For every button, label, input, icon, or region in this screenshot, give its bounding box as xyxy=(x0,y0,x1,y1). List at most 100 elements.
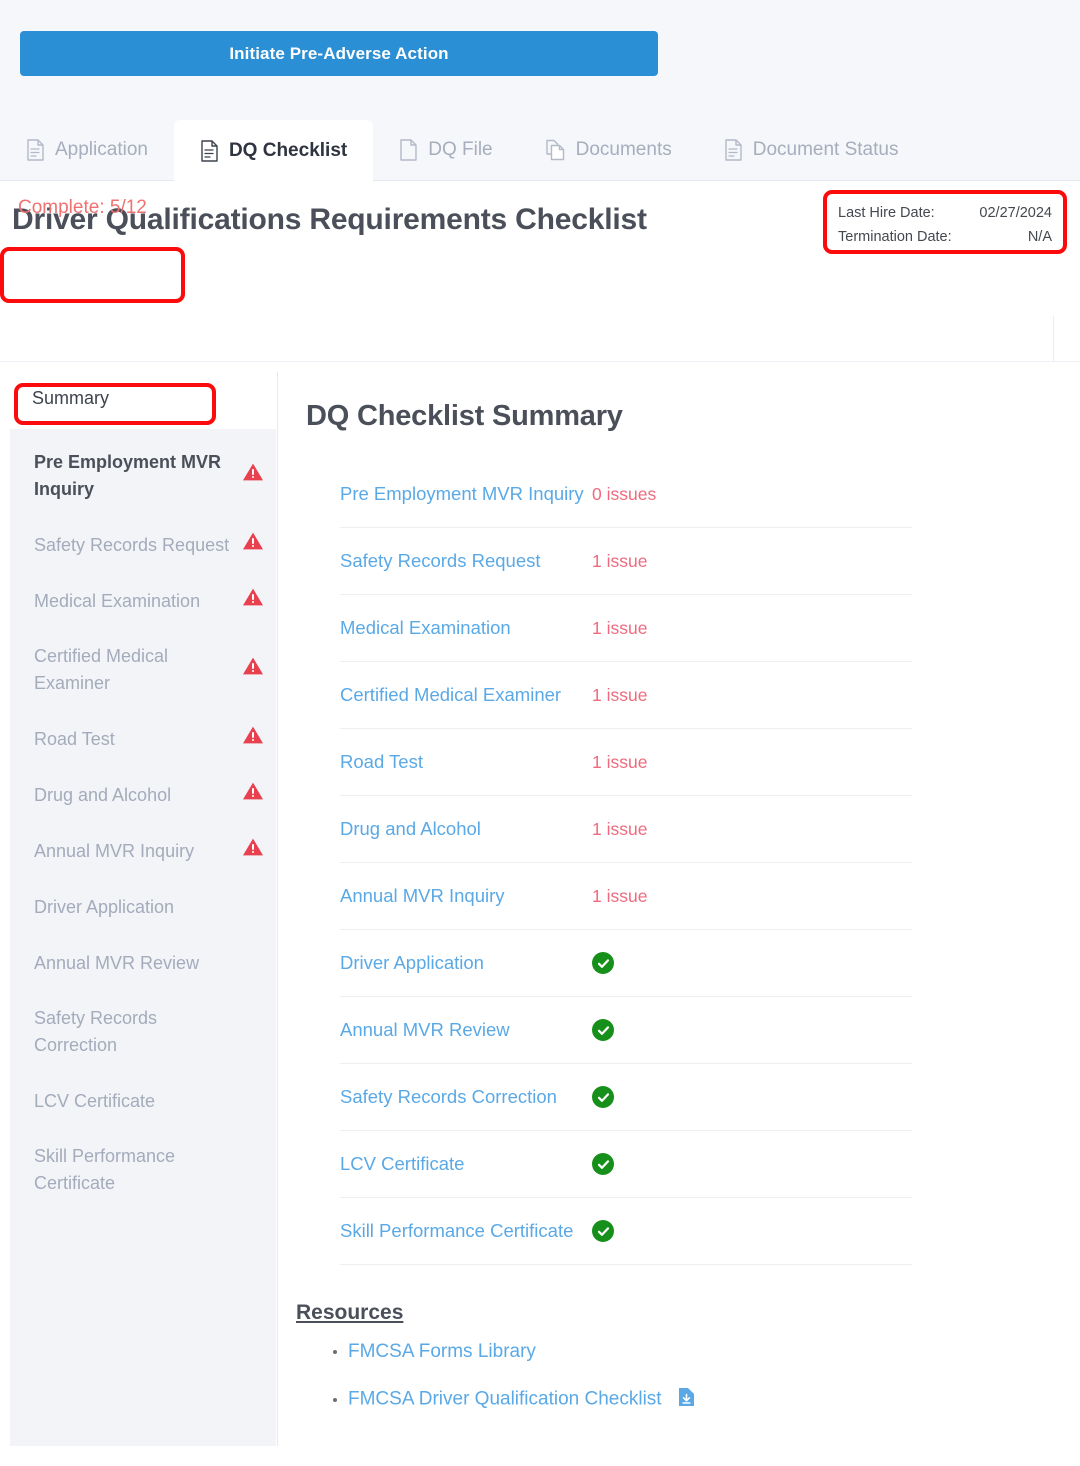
warning-icon xyxy=(242,462,264,490)
sidebar-item-medical-examination[interactable]: Medical Examination xyxy=(10,581,276,621)
tab-label: Document Status xyxy=(752,139,899,160)
warning-icon xyxy=(242,725,264,753)
complete-count: Complete: 5/12 xyxy=(18,197,147,218)
summary-row-link[interactable]: Safety Records Request xyxy=(340,550,592,572)
download-icon[interactable] xyxy=(678,1387,695,1412)
status-badge: 1 issue xyxy=(592,751,648,772)
sidebar-item-safety-records-correction[interactable]: Safety Records Correction xyxy=(10,999,276,1065)
check-circle-icon xyxy=(592,952,614,974)
sidebar-item-summary-label: Summary xyxy=(32,387,110,408)
status-badge: 1 issue xyxy=(592,818,648,839)
resource-link[interactable]: FMCSA Forms Library xyxy=(348,1341,536,1362)
table-row: Safety Records Request 1 issue xyxy=(340,528,912,595)
sidebar-item-label: Annual MVR Inquiry xyxy=(34,840,195,861)
sidebar-item-summary[interactable]: Summary xyxy=(10,372,277,424)
status-badge: 0 issues xyxy=(592,483,657,504)
table-row: Certified Medical Examiner 1 issue xyxy=(340,662,912,729)
summary-table: Pre Employment MVR Inquiry 0 issues Safety… xyxy=(340,461,912,1265)
sidebar-item-label: LCV Certificate xyxy=(34,1090,156,1111)
sidebar-item-skill-performance-certificate[interactable]: Skill Performance Certificate xyxy=(10,1137,276,1203)
sidebar-item-label: Drug and Alcohol xyxy=(34,784,172,805)
status-badge: 1 issue xyxy=(592,617,648,638)
hire-dates-panel: Last Hire Date: 02/27/2024 Termination D… xyxy=(823,190,1067,254)
table-row: Road Test 1 issue xyxy=(340,729,912,796)
sidebar-item-label: Driver Application xyxy=(34,896,175,917)
summary-panel: DQ Checklist Summary Pre Employment MVR … xyxy=(278,372,1080,1446)
table-row: Driver Application xyxy=(340,930,912,997)
summary-row-link[interactable]: Drug and Alcohol xyxy=(340,818,592,840)
sidebar-item-label: Skill Performance Certificate xyxy=(34,1146,176,1193)
summary-row-link[interactable]: LCV Certificate xyxy=(340,1153,592,1175)
tab-dq-file[interactable]: DQ File xyxy=(373,120,518,180)
document-lines-icon xyxy=(724,139,743,161)
check-circle-icon xyxy=(592,1086,614,1108)
summary-row-link[interactable]: Road Test xyxy=(340,751,592,773)
checklist-sidebar: Summary Pre Employment MVR Inquiry Safety… xyxy=(10,372,278,1446)
sidebar-item-label: Road Test xyxy=(34,728,115,749)
summary-row-link[interactable]: Certified Medical Examiner xyxy=(340,684,592,706)
resources-heading: Resources xyxy=(296,1301,404,1324)
termination-date-label: Termination Date: xyxy=(838,229,952,245)
summary-row-link[interactable]: Annual MVR Review xyxy=(340,1019,592,1041)
sidebar-item-safety-records-request[interactable]: Safety Records Request xyxy=(10,525,276,565)
resource-link[interactable]: FMCSA Driver Qualification Checklist xyxy=(348,1389,662,1410)
last-hire-date-label: Last Hire Date: xyxy=(838,205,935,221)
check-circle-icon xyxy=(592,1153,614,1175)
content-area: Summary Pre Employment MVR Inquiry Safety… xyxy=(0,372,1080,1448)
initiate-pre-adverse-action-button[interactable]: Initiate Pre-Adverse Action xyxy=(20,31,658,76)
warning-icon xyxy=(242,656,264,684)
resources-list: FMCSA Forms Library FMCSA Driver Qualific… xyxy=(296,1341,1080,1412)
sidebar-item-driver-application[interactable]: Driver Application xyxy=(10,887,276,927)
summary-title: DQ Checklist Summary xyxy=(306,400,623,432)
table-row: Drug and Alcohol 1 issue xyxy=(340,796,912,863)
tab-label: DQ Checklist xyxy=(228,139,348,161)
tab-documents[interactable]: Documents xyxy=(519,120,698,180)
tab-label: Application xyxy=(55,139,148,160)
table-row: Safety Records Correction xyxy=(340,1064,912,1131)
sidebar-item-lcv-certificate[interactable]: LCV Certificate xyxy=(10,1081,276,1121)
status-badge: 1 issue xyxy=(592,885,648,906)
sidebar-item-label: Safety Records Request xyxy=(34,534,230,555)
sidebar-item-pre-employment-mvr-inquiry[interactable]: Pre Employment MVR Inquiry xyxy=(10,443,276,509)
check-circle-icon xyxy=(592,1220,614,1242)
warning-icon xyxy=(242,837,264,865)
document-lines-icon xyxy=(200,139,219,162)
tab-document-status[interactable]: Document Status xyxy=(698,120,925,180)
sidebar-item-list: Pre Employment MVR Inquiry Safety Records… xyxy=(10,429,276,1446)
sidebar-item-drug-and-alcohol[interactable]: Drug and Alcohol xyxy=(10,775,276,815)
tab-application[interactable]: Application xyxy=(0,120,174,180)
last-hire-date-value: 02/27/2024 xyxy=(979,205,1052,221)
copy-documents-icon xyxy=(545,139,566,161)
tab-bar: Application DQ Checklist DQ File Documents D… xyxy=(0,108,1080,181)
sidebar-item-annual-mvr-review[interactable]: Annual MVR Review xyxy=(10,943,276,983)
header-bottom-divider xyxy=(0,361,1080,362)
tab-label: Documents xyxy=(575,139,672,160)
table-row: Medical Examination 1 issue xyxy=(340,595,912,662)
sidebar-item-annual-mvr-inquiry[interactable]: Annual MVR Inquiry xyxy=(10,831,276,871)
warning-icon xyxy=(242,587,264,615)
summary-row-link[interactable]: Safety Records Correction xyxy=(340,1086,592,1108)
resources-section: Resources FMCSA Forms Library FMCSA Drive… xyxy=(296,1301,1080,1412)
status-badge: 1 issue xyxy=(592,684,648,705)
summary-row-link[interactable]: Annual MVR Inquiry xyxy=(340,885,592,907)
summary-row-link[interactable]: Pre Employment MVR Inquiry xyxy=(340,483,592,505)
table-row: Annual MVR Review xyxy=(340,997,912,1064)
table-row: LCV Certificate xyxy=(340,1131,912,1198)
table-row: Skill Performance Certificate xyxy=(340,1198,912,1265)
summary-row-link[interactable]: Medical Examination xyxy=(340,617,592,639)
table-row: Annual MVR Inquiry 1 issue xyxy=(340,863,912,930)
last-hire-date-row: Last Hire Date: 02/27/2024 xyxy=(838,201,1052,225)
document-lines-icon xyxy=(26,139,45,161)
sidebar-item-road-test[interactable]: Road Test xyxy=(10,719,276,759)
sidebar-item-label: Certified Medical Examiner xyxy=(34,646,169,693)
sidebar-item-label: Annual MVR Review xyxy=(34,952,200,973)
sidebar-item-certified-medical-examiner[interactable]: Certified Medical Examiner xyxy=(10,637,276,703)
summary-row-link[interactable]: Skill Performance Certificate xyxy=(340,1220,592,1242)
table-row: Pre Employment MVR Inquiry 0 issues xyxy=(340,461,912,528)
summary-row-link[interactable]: Driver Application xyxy=(340,952,592,974)
status-badge: 1 issue xyxy=(592,550,648,571)
file-blank-icon xyxy=(399,139,418,161)
sidebar-item-label: Pre Employment MVR Inquiry xyxy=(34,452,222,499)
list-item: FMCSA Driver Qualification Checklist xyxy=(348,1387,1080,1412)
tab-dq-checklist[interactable]: DQ Checklist xyxy=(173,120,374,181)
